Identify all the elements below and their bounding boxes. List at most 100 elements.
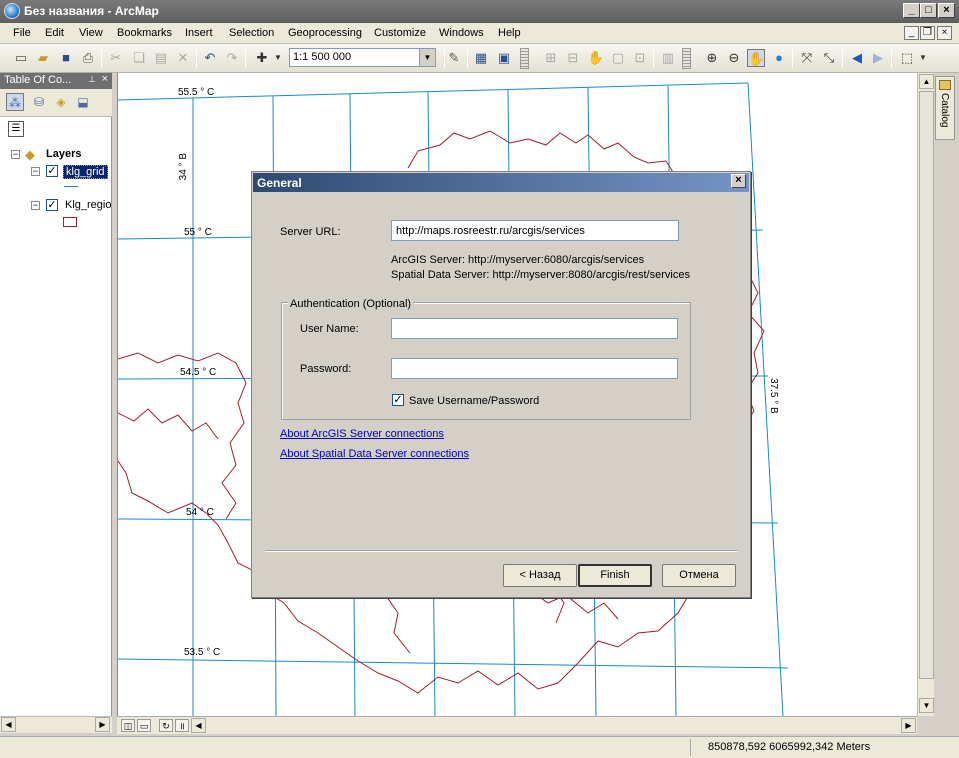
save-credentials-checkbox[interactable]: ✓ — [392, 394, 404, 406]
status-pane-separator — [690, 739, 691, 756]
list-by-source-icon[interactable]: ⛁ — [30, 93, 48, 111]
toolbar-grip[interactable] — [520, 48, 529, 69]
scroll-left-icon[interactable]: ◀ — [1, 717, 16, 732]
select-features-dropdown-icon[interactable]: ▼ — [914, 49, 932, 67]
catalog-folder-icon — [939, 80, 951, 90]
toc-close-icon[interactable]: × — [102, 73, 108, 85]
collapse-layer-icon[interactable]: − — [31, 201, 40, 210]
layer-visibility-checkbox[interactable]: ✓ — [46, 165, 58, 177]
menu-windows[interactable]: Windows — [439, 27, 484, 39]
copy-icon[interactable]: ❏ — [130, 49, 148, 67]
username-input[interactable] — [391, 318, 678, 339]
toolbar-grip[interactable] — [682, 48, 691, 69]
menu-bookmarks[interactable]: Bookmarks — [117, 27, 172, 39]
maximize-button[interactable]: □ — [920, 3, 937, 18]
layout-view-icon[interactable]: ▥ — [659, 49, 677, 67]
map-scale-value: 1:1 500 000 — [293, 51, 352, 63]
undo-icon[interactable]: ↶ — [201, 49, 219, 67]
cursor-coordinates: 850878,592 6065992,342 Meters — [708, 741, 871, 753]
password-input[interactable] — [391, 358, 678, 379]
table-of-contents-icon[interactable]: ▦ — [472, 49, 490, 67]
layer-visibility-checkbox[interactable]: ✓ — [46, 199, 58, 211]
about-spatial-data-server-link[interactable]: About Spatial Data Server connections — [280, 448, 469, 460]
map-scale-select[interactable]: 1:1 500 000 ▼ — [289, 48, 436, 67]
menu-selection[interactable]: Selection — [229, 27, 274, 39]
list-by-visibility-icon[interactable]: ◈ — [52, 93, 70, 111]
finish-button[interactable]: Finish — [578, 564, 652, 587]
full-extent-globe-icon[interactable]: ● — [770, 49, 788, 67]
zoom-whole-page-icon[interactable]: ▢ — [609, 49, 627, 67]
menu-view[interactable]: View — [79, 27, 103, 39]
toc-horizontal-scrollbar[interactable]: ◀ ▶ — [0, 716, 112, 733]
delete-icon[interactable]: ✕ — [174, 49, 192, 67]
menu-file[interactable]: File — [13, 27, 31, 39]
options-list-icon[interactable]: ☰ — [8, 121, 24, 137]
editor-toolbar-icon[interactable]: ✎ — [445, 49, 463, 67]
server-url-label: Server URL: — [280, 226, 341, 238]
menu-bar: File Edit View Bookmarks Insert Selectio… — [0, 23, 959, 44]
zoom-in-icon[interactable]: ⊕ — [703, 49, 721, 67]
scroll-up-icon[interactable]: ▲ — [919, 74, 934, 89]
layer-klg-regio[interactable]: Klg_regio — [65, 199, 111, 211]
collapse-layers-icon[interactable]: − — [11, 150, 20, 159]
server-url-input[interactable] — [391, 220, 679, 241]
cancel-button[interactable]: Отмена — [662, 564, 736, 587]
data-view-icon[interactable]: ◫ — [121, 719, 135, 732]
catalog-window-icon[interactable]: ▣ — [495, 49, 513, 67]
scroll-right-icon[interactable]: ▶ — [901, 718, 916, 733]
toc-root-layers[interactable]: Layers — [46, 148, 81, 160]
scroll-right-icon[interactable]: ▶ — [95, 717, 110, 732]
menu-edit[interactable]: Edit — [45, 27, 64, 39]
refresh-icon[interactable]: ↻ — [159, 719, 173, 732]
list-by-drawing-order-icon[interactable]: ⁂ — [6, 93, 24, 111]
mdi-close-button[interactable]: × — [937, 26, 952, 40]
go-forward-arrow-icon[interactable]: ▶ — [869, 49, 887, 67]
zoom-in-fixed-icon[interactable]: ⊞ — [542, 49, 560, 67]
collapse-layer-icon[interactable]: − — [31, 167, 40, 176]
latitude-label: 53.5 ° C — [184, 647, 221, 658]
minimize-button[interactable]: _ — [903, 3, 920, 18]
back-button[interactable]: < Назад — [503, 564, 577, 587]
close-button[interactable]: × — [938, 3, 955, 18]
menu-geoprocessing[interactable]: Geoprocessing — [288, 27, 362, 39]
add-data-dropdown-icon[interactable]: ▼ — [269, 49, 287, 67]
chevron-down-icon[interactable]: ▼ — [419, 49, 435, 66]
scroll-down-icon[interactable]: ▼ — [919, 698, 934, 713]
zoom-out-fixed-icon[interactable]: ⊟ — [564, 49, 582, 67]
list-by-selection-icon[interactable]: ⬓ — [74, 93, 92, 111]
toolbar-separator — [891, 49, 892, 68]
dialog-close-icon[interactable]: × — [731, 174, 746, 188]
fixed-zoom-out-icon[interactable]: ⤡ — [820, 49, 838, 67]
layer-symbol-line — [64, 186, 78, 187]
window-title: Без названия - ArcMap — [24, 4, 159, 18]
catalog-side-tab[interactable]: Catalog — [935, 76, 955, 140]
zoom-out-icon[interactable]: ⊖ — [725, 49, 743, 67]
cut-icon[interactable]: ✂ — [107, 49, 125, 67]
pause-drawing-icon[interactable]: ॥ — [175, 719, 189, 732]
menu-customize[interactable]: Customize — [374, 27, 426, 39]
print-icon[interactable]: ⎙ — [79, 49, 97, 67]
table-of-contents-pane: Table Of Co... ⊥ × ⁂ ⛁ ◈ ⬓ ☰ − ◆ Layers … — [0, 73, 112, 733]
fixed-zoom-in-icon[interactable]: ⤧ — [798, 49, 816, 67]
paste-icon[interactable]: ▤ — [152, 49, 170, 67]
mdi-restore-button[interactable]: ❐ — [920, 26, 935, 40]
menu-insert[interactable]: Insert — [185, 27, 213, 39]
map-vertical-scrollbar[interactable]: ▲ ▼ — [917, 73, 934, 716]
mdi-minimize-button[interactable]: _ — [904, 26, 919, 40]
new-document-icon[interactable]: ▭ — [12, 49, 30, 67]
pan-hand-icon[interactable]: ✋ — [747, 49, 765, 67]
scroll-thumb[interactable] — [919, 91, 934, 679]
scroll-left-icon[interactable]: ◀ — [191, 718, 206, 733]
open-folder-icon[interactable]: ▰ — [34, 49, 52, 67]
toolbar-separator — [196, 49, 197, 68]
pin-icon[interactable]: ⊥ — [88, 74, 96, 85]
pan-layout-icon[interactable]: ✋ — [587, 49, 605, 67]
menu-help[interactable]: Help — [498, 27, 521, 39]
go-back-arrow-icon[interactable]: ◀ — [848, 49, 866, 67]
layout-view-icon[interactable]: ▭ — [137, 719, 151, 732]
zoom-100-icon[interactable]: ⊡ — [631, 49, 649, 67]
redo-icon[interactable]: ↷ — [223, 49, 241, 67]
save-icon[interactable]: ■ — [57, 49, 75, 67]
layer-klg-grid[interactable]: klg_grid — [63, 165, 108, 179]
about-arcgis-server-link[interactable]: About ArcGIS Server connections — [280, 428, 444, 440]
